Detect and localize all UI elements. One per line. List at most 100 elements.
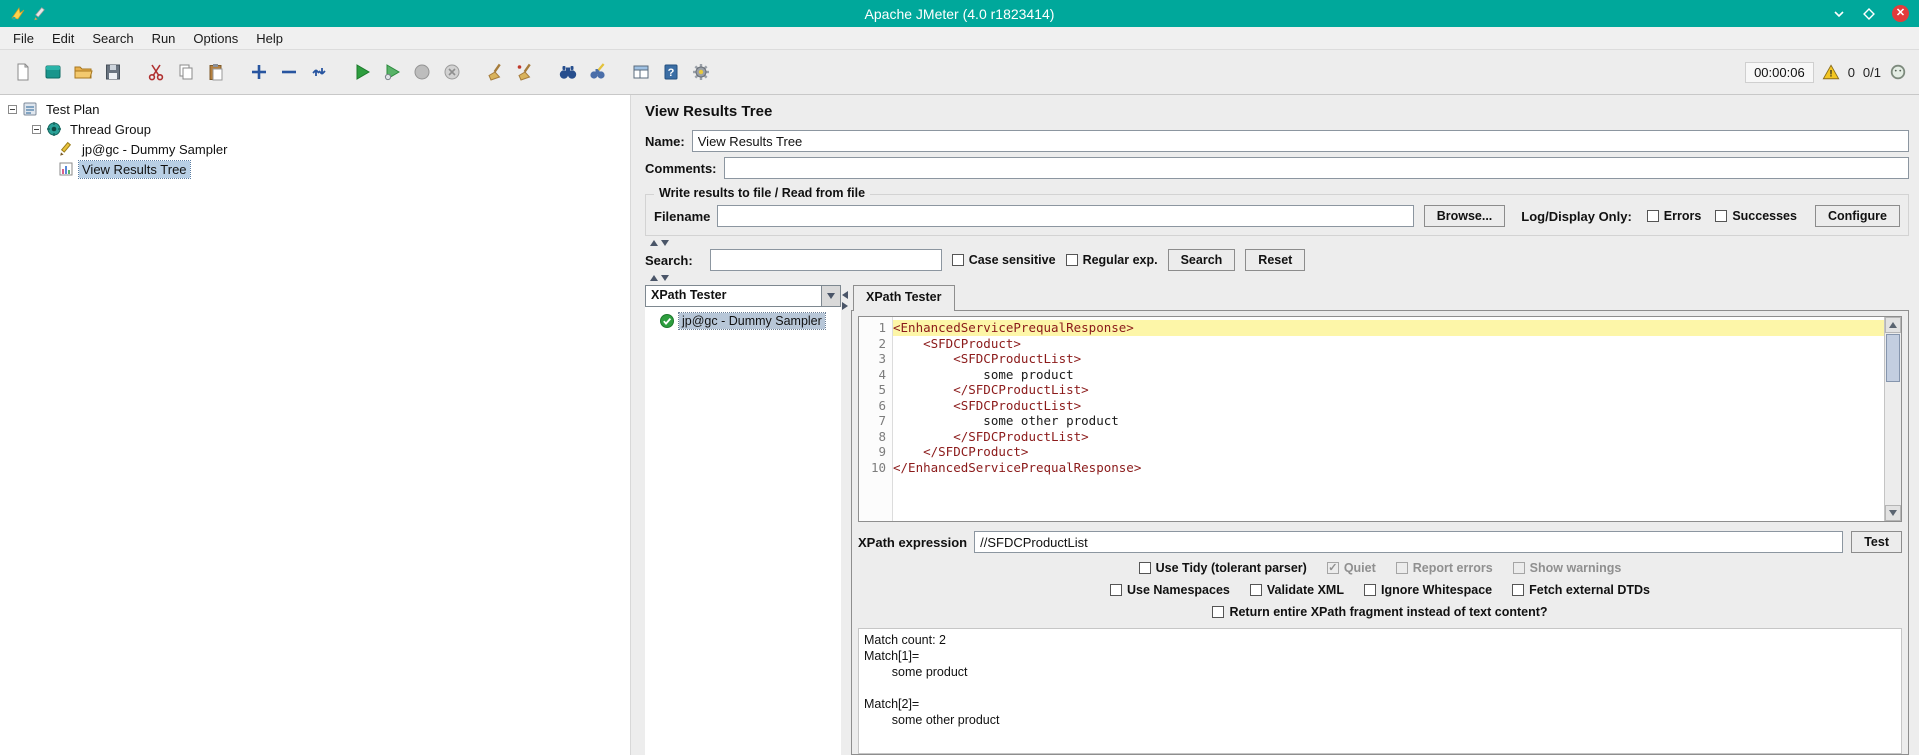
tree-item-dummy-sampler[interactable]: jp@gc - Dummy Sampler xyxy=(0,139,630,159)
maximize-icon[interactable] xyxy=(1862,7,1876,21)
browse-button[interactable]: Browse... xyxy=(1423,205,1506,227)
response-code-editor[interactable]: 1 2 3 4 5 6 7 8 9 10 <EnhancedServicePre… xyxy=(858,316,1902,522)
renderer-pane: XPath Tester jp@gc - Dummy Sampler xyxy=(645,285,841,755)
search-input[interactable] xyxy=(709,249,942,271)
search-button[interactable]: Search xyxy=(1167,249,1236,271)
checkbox-box xyxy=(1395,562,1408,574)
new-button[interactable] xyxy=(8,57,38,87)
case-sensitive-checkbox[interactable]: Case sensitive xyxy=(951,253,1056,267)
vertical-splitter[interactable] xyxy=(841,285,851,755)
validate-xml-checkbox[interactable]: Validate XML xyxy=(1249,583,1344,597)
splitter-collapse-up-icon[interactable] xyxy=(650,240,658,246)
expand-handle-icon[interactable] xyxy=(32,124,41,134)
help-book-icon: ? xyxy=(664,64,678,80)
start-no-timers-button[interactable] xyxy=(377,57,407,87)
results-lower-area: XPath Tester jp@gc - Dummy Sampler XPath… xyxy=(645,285,1909,755)
open-button[interactable] xyxy=(68,57,98,87)
stop-icon xyxy=(414,64,430,80)
successes-checkbox[interactable]: Successes xyxy=(1715,209,1797,223)
test-button[interactable]: Test xyxy=(1851,531,1902,553)
search-label: Search: xyxy=(645,252,693,268)
splitter-collapse-left-icon[interactable] xyxy=(842,291,848,299)
menu-file[interactable]: File xyxy=(4,29,43,48)
new-file-icon xyxy=(17,63,29,81)
comments-row: Comments: xyxy=(645,157,1909,179)
toolbar-separator xyxy=(231,72,244,73)
sampler-results-tree: jp@gc - Dummy Sampler xyxy=(645,307,841,755)
errors-checkbox[interactable]: Errors xyxy=(1646,209,1701,223)
splitter-collapse-down-icon[interactable] xyxy=(661,240,669,246)
menu-options[interactable]: Options xyxy=(184,29,247,48)
fetch-external-dtds-checkbox[interactable]: Fetch external DTDs xyxy=(1512,583,1650,597)
menu-run[interactable]: Run xyxy=(143,29,185,48)
function-helper-button[interactable] xyxy=(626,57,656,87)
splitter-collapse-right-icon[interactable] xyxy=(842,302,848,310)
toolbar-search-button[interactable] xyxy=(553,57,583,87)
clear-all-button[interactable] xyxy=(510,57,540,87)
horizontal-splitter[interactable] xyxy=(645,273,1909,283)
tab-xpath-tester[interactable]: XPath Tester xyxy=(853,285,955,311)
menu-search[interactable]: Search xyxy=(83,29,142,48)
jmeter-logo-icon xyxy=(11,6,25,20)
configure-button[interactable]: Configure xyxy=(1814,205,1900,227)
regular-exp-checkbox[interactable]: Regular exp. xyxy=(1065,253,1158,267)
scroll-down-button[interactable] xyxy=(1885,505,1901,521)
tab-strip: XPath Tester xyxy=(851,285,1909,311)
match-line: Match[1]= xyxy=(864,649,920,663)
tree-item-test-plan[interactable]: Test Plan xyxy=(0,99,630,119)
chevron-down-icon[interactable] xyxy=(821,286,840,306)
tree-item-thread-group[interactable]: Thread Group xyxy=(0,119,630,139)
expand-handle-icon[interactable] xyxy=(8,104,17,114)
toggle-button[interactable] xyxy=(304,57,334,87)
reset-button[interactable]: Reset xyxy=(1245,249,1306,271)
checkbox-box xyxy=(1212,606,1225,618)
stop-button[interactable] xyxy=(407,57,437,87)
checkbox-box xyxy=(1363,584,1376,596)
name-row: Name: xyxy=(645,130,1909,152)
shutdown-button[interactable] xyxy=(437,57,467,87)
clear-button[interactable] xyxy=(480,57,510,87)
menu-help[interactable]: Help xyxy=(247,29,292,48)
tree-item-view-results-tree[interactable]: View Results Tree xyxy=(0,159,630,179)
vertical-scrollbar[interactable] xyxy=(1884,317,1901,521)
templates-icon xyxy=(45,65,61,79)
search-reset-icon xyxy=(590,63,605,79)
search-reset-button[interactable] xyxy=(583,57,613,87)
copy-button[interactable] xyxy=(171,57,201,87)
close-icon[interactable]: ✕ xyxy=(1892,5,1909,22)
show-warnings-checkbox: Show warnings xyxy=(1512,561,1621,575)
renderer-select[interactable]: XPath Tester xyxy=(645,285,841,307)
warning-triangle-icon[interactable]: ! xyxy=(1822,63,1840,81)
match-line: some product xyxy=(864,665,968,679)
start-button[interactable] xyxy=(347,57,377,87)
horizontal-splitter[interactable] xyxy=(645,238,1909,248)
titlebar-pencil-icon xyxy=(34,6,45,20)
splitter-collapse-up-icon[interactable] xyxy=(650,275,658,281)
scrollbar-thumb[interactable] xyxy=(1886,334,1900,382)
help-button[interactable]: ? xyxy=(656,57,686,87)
checkbox-box xyxy=(1110,584,1122,596)
menu-edit[interactable]: Edit xyxy=(43,29,83,48)
result-item-dummy-sampler[interactable]: jp@gc - Dummy Sampler xyxy=(659,312,837,330)
use-namespaces-checkbox[interactable]: Use Namespaces xyxy=(1110,583,1230,597)
toolbar-separator xyxy=(334,72,347,73)
collapse-all-button[interactable] xyxy=(274,57,304,87)
templates-button[interactable] xyxy=(38,57,68,87)
expand-all-button[interactable] xyxy=(244,57,274,87)
name-input[interactable] xyxy=(691,130,1909,152)
splitter-collapse-down-icon[interactable] xyxy=(661,275,669,281)
save-button[interactable] xyxy=(98,57,128,87)
comments-input[interactable] xyxy=(723,157,1909,179)
paste-button[interactable] xyxy=(201,57,231,87)
scroll-up-button[interactable] xyxy=(1885,317,1901,333)
cut-button[interactable] xyxy=(141,57,171,87)
return-fragment-checkbox[interactable]: Return entire XPath fragment instead of … xyxy=(1212,605,1548,619)
minimize-icon[interactable] xyxy=(1832,7,1846,21)
xpath-expression-input[interactable] xyxy=(974,531,1844,553)
ignore-whitespace-checkbox[interactable]: Ignore Whitespace xyxy=(1363,583,1492,597)
use-tidy-checkbox[interactable]: Use Tidy (tolerant parser) xyxy=(1138,561,1307,575)
plugins-manager-button[interactable] xyxy=(686,57,716,87)
toggle-arrows-icon xyxy=(312,68,326,76)
open-folder-icon xyxy=(74,66,93,79)
filename-input[interactable] xyxy=(717,205,1414,227)
